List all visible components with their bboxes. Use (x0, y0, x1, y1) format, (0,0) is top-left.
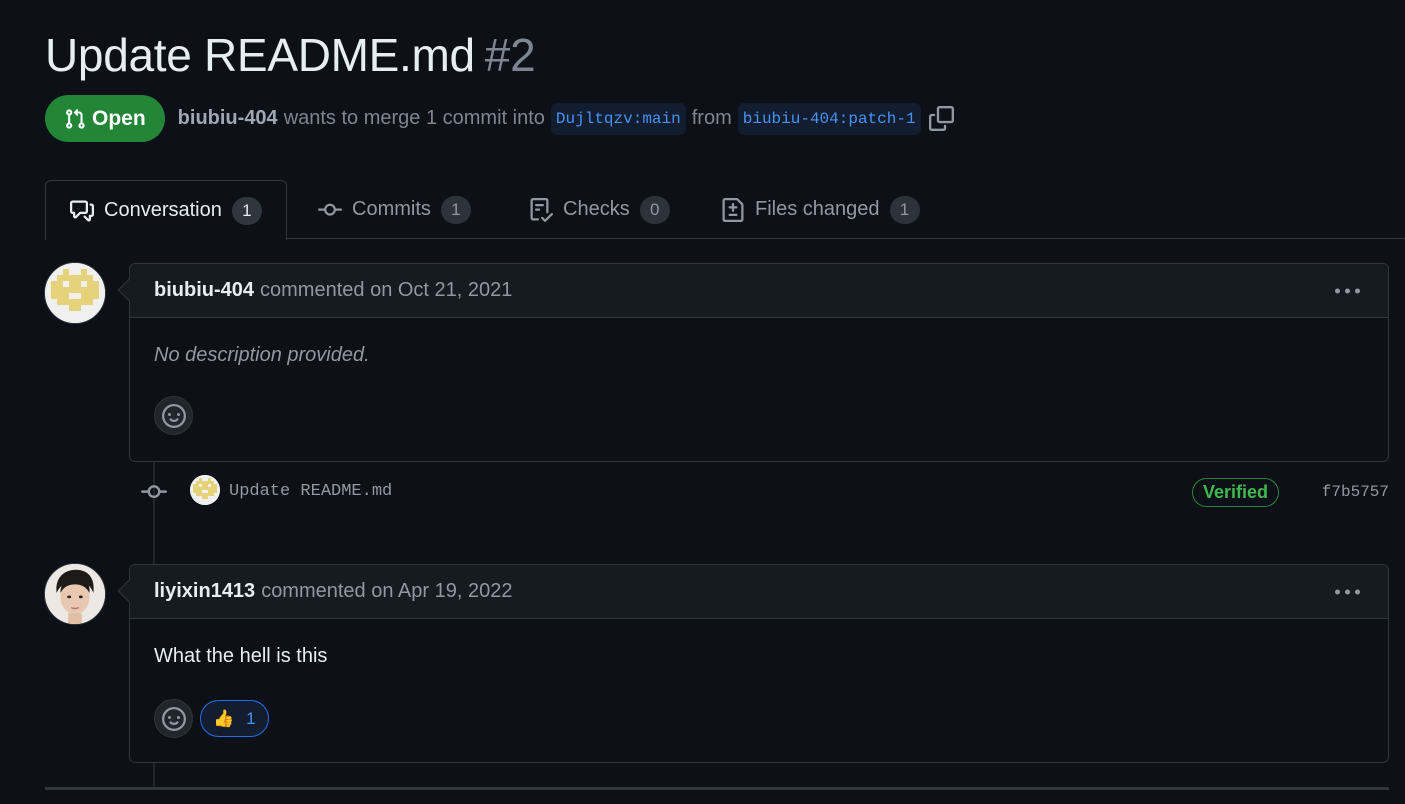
comment-options-button[interactable] (1335, 288, 1360, 293)
tab-checks[interactable]: Checks 0 (529, 180, 670, 239)
checklist-icon (530, 197, 553, 222)
kebab-dot-icon (1335, 589, 1340, 594)
kebab-dot-icon (1355, 288, 1360, 293)
thumbs-up-reaction-button[interactable]: 👍 1 (200, 700, 269, 737)
copy-branch-button[interactable] (928, 106, 954, 131)
comment-timestamp[interactable]: commented on Oct 21, 2021 (260, 279, 512, 302)
avatar-biubiu-404[interactable] (44, 262, 106, 324)
smiley-icon (161, 403, 186, 428)
thumbs-up-icon: 👍 (213, 708, 235, 728)
kebab-dot-icon (1345, 288, 1350, 293)
comment-header: biubiu-404 commented on Oct 21, 2021 (130, 264, 1388, 318)
comment-box: biubiu-404 commented on Oct 21, 2021 No … (117, 263, 1389, 462)
tab-files-changed-count: 1 (889, 195, 920, 224)
comment-body: What the hell is this (154, 645, 328, 667)
file-diff-icon (722, 197, 744, 222)
tab-conversation[interactable]: Conversation 1 (45, 180, 287, 240)
add-reaction-button[interactable] (154, 699, 193, 738)
tab-checks-label: Checks (563, 198, 630, 220)
pr-tabs: Conversation 1 Commits 1 Checks 0 Files … (45, 180, 1405, 240)
comment-options-button[interactable] (1335, 589, 1360, 594)
verified-badge[interactable]: Verified (1192, 478, 1280, 507)
from-text: from (691, 107, 732, 129)
kebab-dot-icon (1335, 288, 1340, 293)
kebab-dot-icon (1345, 589, 1350, 594)
comment-header: liyixin1413 commented on Apr 19, 2022 (130, 565, 1388, 619)
tab-conversation-count: 1 (231, 196, 262, 225)
comment-discussion-icon (70, 200, 94, 221)
comment-author[interactable]: biubiu-404 (154, 279, 254, 302)
base-branch[interactable]: Dujltqzv:main (550, 102, 686, 135)
tab-checks-count: 0 (639, 195, 670, 224)
git-commit-icon (141, 485, 167, 499)
tab-commits-count: 1 (440, 195, 471, 224)
comment-timestamp[interactable]: commented on Apr 19, 2022 (261, 580, 512, 603)
git-commit-icon (318, 203, 342, 216)
tab-commits-label: Commits (352, 198, 431, 220)
state-label: Open (92, 106, 146, 130)
tab-conversation-label: Conversation (104, 199, 222, 221)
git-pull-request-icon (66, 108, 85, 129)
pr-meta: Open biubiu-404 wants to merge 1 commit … (45, 95, 954, 142)
comment-reactions (130, 396, 1388, 435)
comment-body: No description provided. (154, 344, 370, 366)
comment-reactions: 👍 1 (130, 699, 1388, 738)
comment-author[interactable]: liyixin1413 (154, 580, 255, 603)
state-badge: Open (45, 95, 165, 142)
head-branch[interactable]: biubiu-404:patch-1 (737, 102, 921, 135)
pr-number: #2 (484, 29, 536, 81)
commit-row: Update README.md Verified f7b5757 (140, 473, 1389, 511)
pr-title: Update README.md #2 (45, 28, 536, 82)
smiley-icon (161, 706, 186, 731)
commit-message-link[interactable]: Update README.md (229, 482, 392, 501)
pr-title-text: Update README.md (45, 29, 475, 81)
identicon-icon (190, 475, 220, 505)
copy-icon (928, 106, 954, 131)
pr-author-link[interactable]: biubiu-404 (178, 107, 278, 130)
kebab-dot-icon (1355, 589, 1360, 594)
tab-files-changed[interactable]: Files changed 1 (721, 180, 920, 239)
merge-text: wants to merge 1 commit into (283, 107, 545, 129)
add-reaction-button[interactable] (154, 396, 193, 435)
reaction-count: 1 (246, 708, 256, 728)
commit-sha-link[interactable]: f7b5757 (1322, 483, 1389, 501)
timeline-end-divider (45, 787, 1389, 790)
tab-commits[interactable]: Commits 1 (318, 180, 471, 239)
identicon-icon (45, 263, 105, 323)
user-photo-icon (45, 564, 105, 624)
comment-box: liyixin1413 commented on Apr 19, 2022 Wh… (117, 564, 1389, 763)
tab-files-changed-label: Files changed (755, 198, 880, 220)
avatar-liyixin1413[interactable] (44, 563, 106, 625)
commit-author-avatar[interactable] (190, 475, 220, 505)
